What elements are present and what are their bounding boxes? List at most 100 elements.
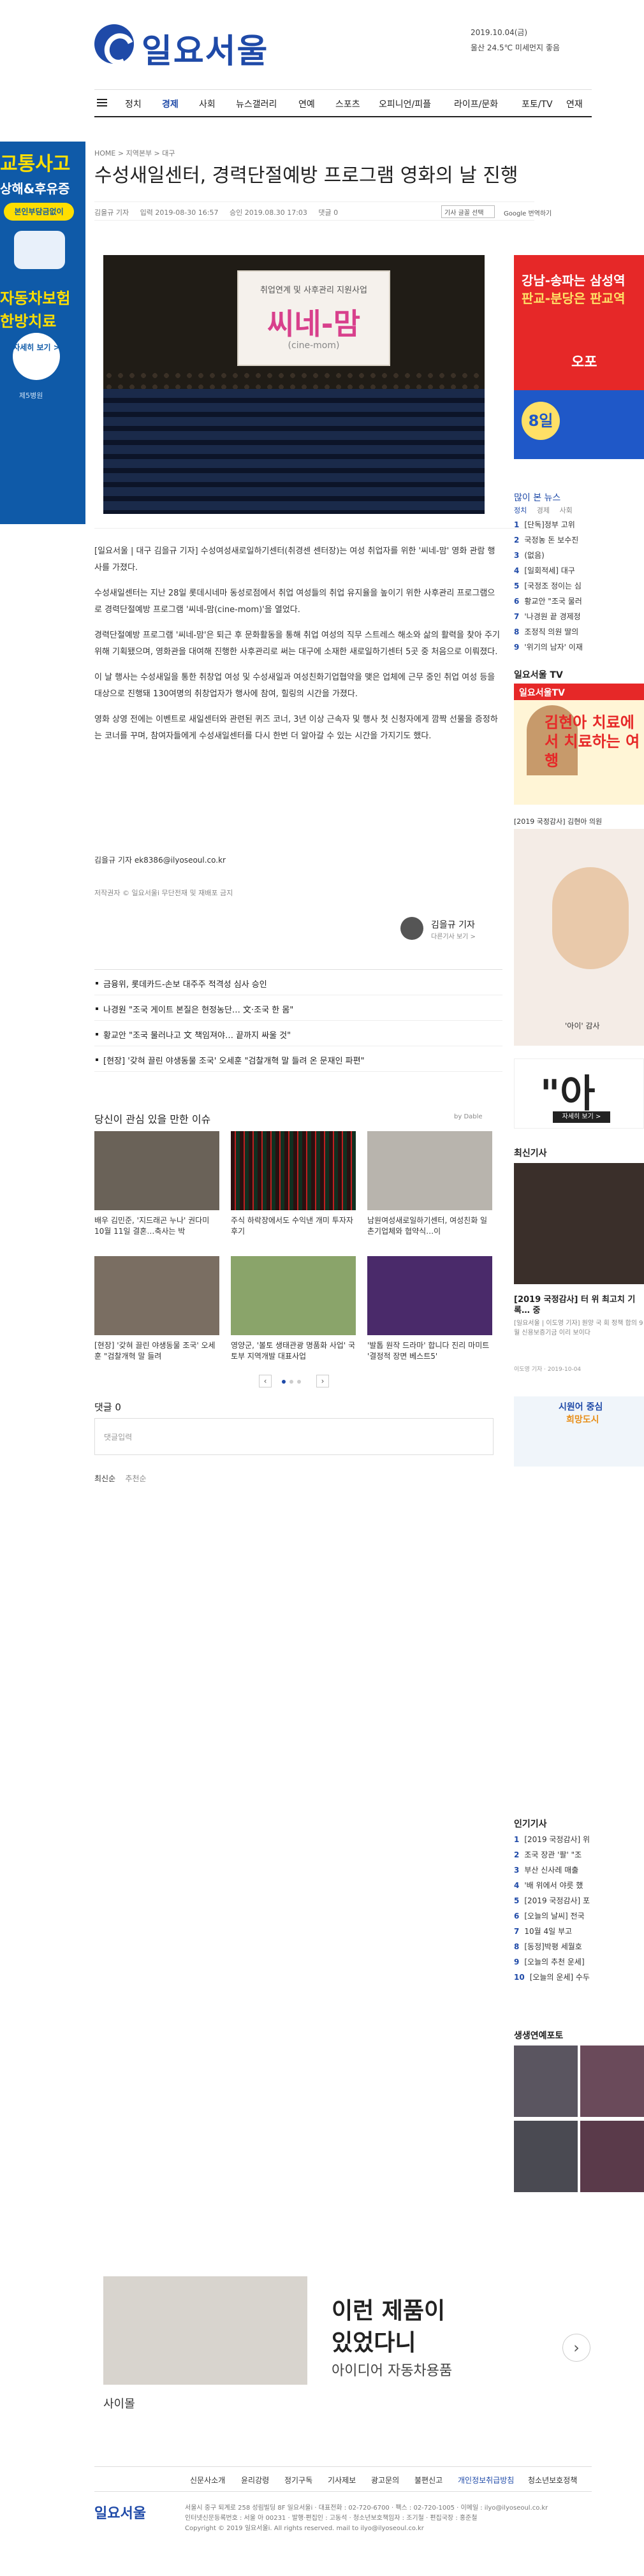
nav-item-news-gallery[interactable]: 뉴스갤러리 (236, 98, 277, 110)
related-item[interactable]: [현장] '갖혀 끌린 야생동물 조국' 오세훈 "검찰개혁 말 들려 온 문재… (94, 1046, 502, 1072)
footer-link[interactable]: 윤리강령 (241, 2475, 269, 2485)
ad-more-button[interactable]: 자세히 보기 > (553, 1111, 610, 1123)
logo-mark-icon[interactable] (94, 24, 134, 64)
latest-headline[interactable]: [2019 국정감사] 터 위 최고치 기록… 중 (514, 1294, 644, 1316)
left-side-ad[interactable]: 교통사고 상해&후유증 본인부담금없이 자동차보험 한방치료 자세히 보기 > … (0, 142, 85, 524)
nav-item-economy[interactable]: 경제 (162, 98, 179, 110)
tab-society[interactable]: 사회 (560, 506, 573, 515)
sort-newest[interactable]: 최신순 (94, 1474, 115, 1483)
list-item[interactable]: 7 '나경원 끝 경제정 (514, 611, 644, 626)
celebrity-photo[interactable] (580, 2045, 644, 2117)
list-item[interactable]: 3 (없음) (514, 550, 644, 565)
pager-dot[interactable] (289, 1380, 293, 1384)
list-item[interactable]: 1 [2019 국정감사] 위 (514, 1834, 644, 1849)
related-item[interactable]: 금융위, 롯데카드-손보 대주주 적격성 심사 승인 (94, 970, 502, 995)
list-item[interactable]: 2 조국 장관 '팔' "조 (514, 1849, 644, 1864)
ad-line: 희망도시 (566, 1415, 599, 1425)
breadcrumb[interactable]: HOME > 지역본부 > 대구 (94, 148, 175, 158)
list-item[interactable]: 1 [단독]정부 고위 (514, 519, 644, 534)
footer-link[interactable]: 청소년보호정책 (528, 2475, 577, 2485)
nav-item-entertainment[interactable]: 연예 (298, 98, 315, 110)
nav-item-series[interactable]: 연재 (566, 98, 583, 110)
list-item[interactable]: 10 [오늘의 운세] 수두 (514, 1972, 644, 1987)
sidebar-ad[interactable]: 시원어 중심 희망도시 (514, 1396, 644, 1467)
list-item[interactable]: 3 부산 신사레 매출 (514, 1864, 644, 1880)
list-item[interactable]: 5 [국정조 정이는 심 (514, 580, 644, 596)
list-item[interactable]: 8 조정직 의원 딸의 (514, 626, 644, 641)
paragraph: 영화 상영 전에는 이벤트로 새일센터와 관련된 퀴즈 코너, 3년 이상 근속… (94, 715, 498, 741)
list-item[interactable]: 5 [2019 국정감사] 포 (514, 1895, 644, 1910)
list-item[interactable]: 6 황교안 "조국 물러 (514, 596, 644, 611)
sidebar-ad[interactable]: "아 자세히 보기 > (514, 1058, 644, 1129)
article-body: [일요서울 | 대구 김을규 기자] 수성여성새로일하기센터(취경센 센터장)는… (94, 543, 502, 754)
comment-count[interactable]: 댓글 0 (318, 209, 338, 217)
pager-dot[interactable] (282, 1380, 286, 1384)
recommend-card[interactable]: 남원여성새로일하기센터, 여성친화 일촌기업체와 협약식…이 (367, 1131, 492, 1237)
footer-link[interactable]: 기사제보 (328, 2475, 356, 2485)
reporter-more-link[interactable]: 다른기사 보기 > (431, 931, 476, 940)
site-logo[interactable]: 일요서울 (142, 24, 268, 72)
footer-link[interactable]: 광고문의 (371, 2475, 399, 2485)
related-item[interactable]: 나경원 "조국 게이트 본질은 현정농단… 文·조국 한 몸" (94, 995, 502, 1021)
nav-item-society[interactable]: 사회 (199, 98, 216, 110)
cinema-screen: 취업연계 및 사후관리 지원사업 씨네-맘 (cine-mom) (237, 270, 390, 366)
nav-item-life[interactable]: 라이프/문화 (454, 98, 498, 110)
pager-dot[interactable] (297, 1380, 301, 1384)
popular-list: 1 [2019 국정감사] 위 2 조국 장관 '팔' "조 3 부산 신사레 매출 … (514, 1834, 644, 1987)
next-arrow-icon[interactable]: › (316, 1375, 329, 1387)
recommend-card[interactable]: '발톱 원작 드라마' 합니다 진리 마미트 '결정적 장면 베스트5' (367, 1256, 492, 1362)
footer-nav: 신문사소개 윤리강령 정기구독 기사제보 광고문의 불편신고 개인정보취급방침 … (94, 2466, 592, 2492)
tv-brand: 일요서울TV (514, 684, 644, 700)
celebrity-photo[interactable] (514, 2121, 578, 2192)
list-item[interactable]: 6 [오늘의 날씨] 전국 (514, 1910, 644, 1926)
footer-info-line: Copyright © 2019 일요서울i. All rights reser… (185, 2525, 424, 2532)
article-headline: 수성새일센터, 경력단절예방 프로그램 영화의 날 진행 (94, 165, 518, 187)
ad-more-button[interactable]: 자세히 보기 > (13, 333, 60, 380)
reporter-card[interactable]: 김을규 기자 다른기사 보기 > (400, 916, 490, 945)
related-item[interactable]: 황교안 "조국 물러나고 文 책임져야… 끝까지 싸울 것" (94, 1021, 502, 1046)
celebrity-photo[interactable] (580, 2121, 644, 2192)
nav-item-sports[interactable]: 스포츠 (335, 98, 360, 110)
sidebar-ad[interactable]: 강남-송파는 삼성역 판교-분당은 판교역 8일 오포 (514, 255, 644, 459)
updated-date: 승인 2019.08.30 17:03 (229, 209, 307, 217)
comment-input[interactable]: 댓글입력 (94, 1418, 494, 1455)
chevron-right-icon[interactable]: › (562, 2334, 590, 2362)
list-item[interactable]: 9 '위기의 남자' 이재 (514, 641, 644, 657)
footer-link[interactable]: 불편신고 (414, 2475, 443, 2485)
paragraph: [일요서울 | 대구 김을규 기자] 수성여성새로일하기센터(취경센 센터장)는… (94, 546, 495, 573)
google-translate[interactable]: Google 번역하기 (504, 208, 552, 217)
tv-caption[interactable]: [2019 국정감사] 김현아 의원 (514, 816, 644, 826)
list-item[interactable]: 9 [오늘의 추천 운세] (514, 1956, 644, 1972)
paragraph: 이 날 행사는 수성새일을 통한 취창업 여성 및 수성새일과 여성친화기업협약… (94, 673, 495, 699)
recommend-card[interactable]: 영양군, '볼토 생태관광 명품화 사업' 국토부 지역개발 대표사업 (231, 1256, 356, 1362)
recommend-card[interactable]: [현장] '갖혀 끌린 야생동물 조국' 오세훈 "검찰개혁 말 들려 (94, 1256, 219, 1362)
hamburger-menu-icon[interactable] (97, 99, 107, 106)
recommend-card[interactable]: 배우 김민준, '지드래곤 누나' 권다미 10월 11일 결혼…축사는 박 (94, 1131, 219, 1237)
prev-arrow-icon[interactable]: ‹ (259, 1375, 272, 1387)
font-select[interactable]: 기사 글꼴 선택 (441, 205, 495, 218)
footer-link[interactable]: 신문사소개 (190, 2475, 225, 2485)
nav-item-photo-tv[interactable]: 포토/TV (522, 98, 553, 110)
nav-item-opinion[interactable]: 오피니언/피플 (379, 98, 431, 110)
footer-logo[interactable]: 일요서울 (94, 2502, 146, 2522)
article-photo[interactable]: 취업연계 및 사후관리 지원사업 씨네-맘 (cine-mom) (103, 255, 485, 514)
tab-politics[interactable]: 정치 (514, 506, 527, 515)
list-item[interactable]: 4 [일회적세] 대구 (514, 565, 644, 580)
footer-link[interactable]: 개인정보취급방침 (458, 2475, 514, 2485)
list-item[interactable]: 4 '배 위에서 야릇 했 (514, 1880, 644, 1895)
recommend-image (231, 1256, 356, 1335)
tab-economy[interactable]: 경제 (537, 506, 550, 515)
list-item[interactable]: 7 10월 4일 부고 (514, 1926, 644, 1941)
list-item[interactable]: 2 국정농 돈 보수진 (514, 534, 644, 550)
recommend-card[interactable]: 주식 하락장에서도 수익낸 개미 투자자 후기 (231, 1131, 356, 1237)
footer-link[interactable]: 정기구독 (284, 2475, 312, 2485)
recommend-pager: ‹ › (259, 1375, 329, 1387)
latest-image[interactable] (514, 1163, 644, 1284)
nav-item-politics[interactable]: 정치 (125, 98, 142, 110)
sort-recommended[interactable]: 추천순 (125, 1474, 146, 1483)
sidebar-ad[interactable]: '아이' 감사 (514, 829, 644, 1046)
bottom-ad[interactable]: 이런 제품이 있었다니 아이디어 자동차용품 사이몰 › (94, 2270, 592, 2417)
celebrity-photo[interactable] (514, 2045, 578, 2117)
list-item[interactable]: 8 [동정]박평 세월호 (514, 1941, 644, 1956)
tv-thumbnail[interactable]: 일요서울TV 김현아 치료에서 치료하는 여행 (514, 684, 644, 805)
